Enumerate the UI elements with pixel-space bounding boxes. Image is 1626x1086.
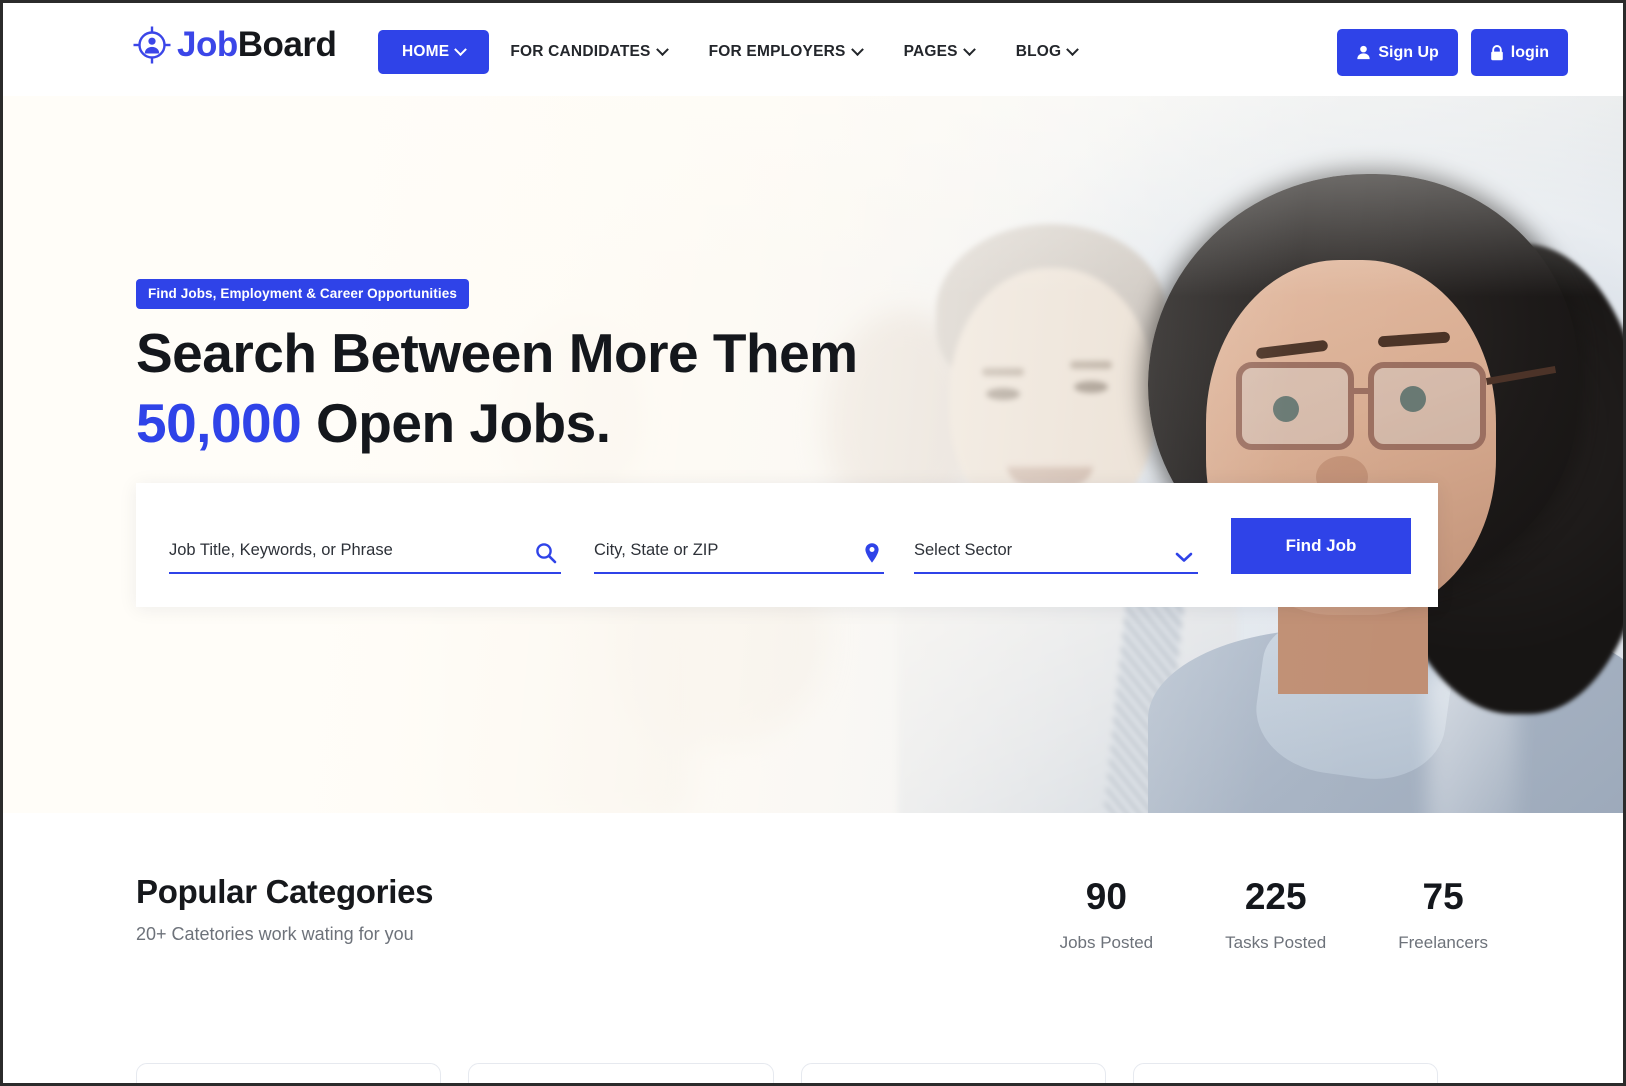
stat-tasks-posted: 225 Tasks Posted [1225, 875, 1326, 953]
login-label: login [1510, 43, 1549, 61]
top-navbar: JobBoard HOME FOR CANDIDATES FOR EMPLOYE… [3, 3, 1623, 96]
category-card-list [136, 1063, 1438, 1083]
sign-up-button[interactable]: Sign Up [1337, 29, 1458, 76]
lock-icon [1490, 44, 1504, 61]
sector-select-value[interactable]: Select Sector [914, 541, 1012, 572]
hero-title-line1: Search Between More Them [136, 322, 858, 384]
map-pin-icon [864, 542, 880, 564]
stat-freelancers-value: 75 [1422, 876, 1464, 917]
nav-menu: HOME FOR CANDIDATES FOR EMPLOYERS PAGES … [378, 30, 1098, 74]
user-icon [1356, 45, 1371, 60]
chevron-down-icon [454, 42, 468, 56]
nav-actions: Sign Up login [1337, 29, 1568, 76]
nav-item-for-candidates-label: FOR CANDIDATES [510, 43, 651, 60]
hero-title-line2: 50,000 Open Jobs. [136, 388, 858, 458]
stat-jobs-posted-label: Jobs Posted [1059, 933, 1154, 952]
category-card[interactable] [800, 1063, 1106, 1083]
category-card[interactable] [136, 1063, 442, 1083]
nav-item-pages[interactable]: PAGES [883, 30, 995, 74]
sign-up-label: Sign Up [1378, 43, 1439, 61]
chevron-down-icon [655, 42, 669, 56]
section-heading: Popular Categories 20+ Catetories work w… [136, 873, 433, 945]
nav-item-blog-label: BLOG [1015, 43, 1062, 60]
stat-jobs-posted-value: 90 [1085, 876, 1127, 917]
stat-tasks-posted-label: Tasks Posted [1225, 933, 1327, 952]
hero-section: Find Jobs, Employment & Career Opportuni… [3, 96, 1623, 813]
search-icon[interactable] [535, 542, 557, 564]
find-job-button[interactable]: Find Job [1231, 518, 1411, 574]
chevron-down-icon [850, 42, 864, 56]
location-search-field[interactable]: City, State or ZIP [594, 516, 884, 574]
login-button[interactable]: login [1470, 29, 1568, 76]
hero-title-highlight: 50,000 [136, 392, 302, 454]
sector-select-field[interactable]: Select Sector [914, 516, 1198, 574]
page-title: Popular Categories [136, 873, 434, 910]
popular-categories-section: Popular Categories 20+ Catetories work w… [3, 813, 1623, 1083]
brand-text: JobBoard [177, 25, 337, 65]
chevron-down-icon[interactable] [1174, 550, 1194, 564]
category-card[interactable] [1132, 1063, 1438, 1083]
nav-item-blog[interactable]: BLOG [995, 30, 1099, 74]
category-card[interactable] [468, 1063, 774, 1083]
search-input[interactable]: Job Title, Keywords, or Phrase [169, 541, 393, 572]
job-search-bar: Job Title, Keywords, or Phrase City, Sta… [136, 483, 1438, 607]
brand-text-job: Job [177, 25, 238, 64]
nav-item-home[interactable]: HOME [378, 30, 490, 74]
keyword-search-field[interactable]: Job Title, Keywords, or Phrase [169, 516, 561, 574]
chevron-down-icon [962, 42, 976, 56]
target-person-icon [132, 25, 172, 65]
stats-group: 90 Jobs Posted 225 Tasks Posted 75 Freel… [1060, 875, 1488, 953]
hero-title: Search Between More Them 50,000 Open Job… [136, 318, 858, 458]
nav-item-for-employers[interactable]: FOR EMPLOYERS [688, 30, 883, 74]
chevron-down-icon [1066, 42, 1080, 56]
page-root: JobBoard HOME FOR CANDIDATES FOR EMPLOYE… [0, 0, 1626, 1086]
section-subtitle: 20+ Catetories work wating for you [136, 924, 414, 944]
nav-item-for-employers-label: FOR EMPLOYERS [708, 43, 846, 60]
stat-jobs-posted: 90 Jobs Posted [1060, 875, 1154, 953]
nav-item-home-label: HOME [402, 43, 450, 60]
nav-item-for-candidates[interactable]: FOR CANDIDATES [489, 30, 687, 74]
location-input[interactable]: City, State or ZIP [594, 541, 718, 572]
brand-logo[interactable]: JobBoard [132, 25, 337, 65]
hero-tagline-badge: Find Jobs, Employment & Career Opportuni… [136, 279, 469, 309]
stat-tasks-posted-value: 225 [1244, 876, 1307, 917]
stat-freelancers: 75 Freelancers [1398, 875, 1488, 953]
nav-item-pages-label: PAGES [903, 43, 958, 60]
stat-freelancers-label: Freelancers [1398, 933, 1488, 952]
brand-text-board: Board [237, 25, 337, 64]
hero-title-line2-rest: Open Jobs. [301, 392, 611, 454]
